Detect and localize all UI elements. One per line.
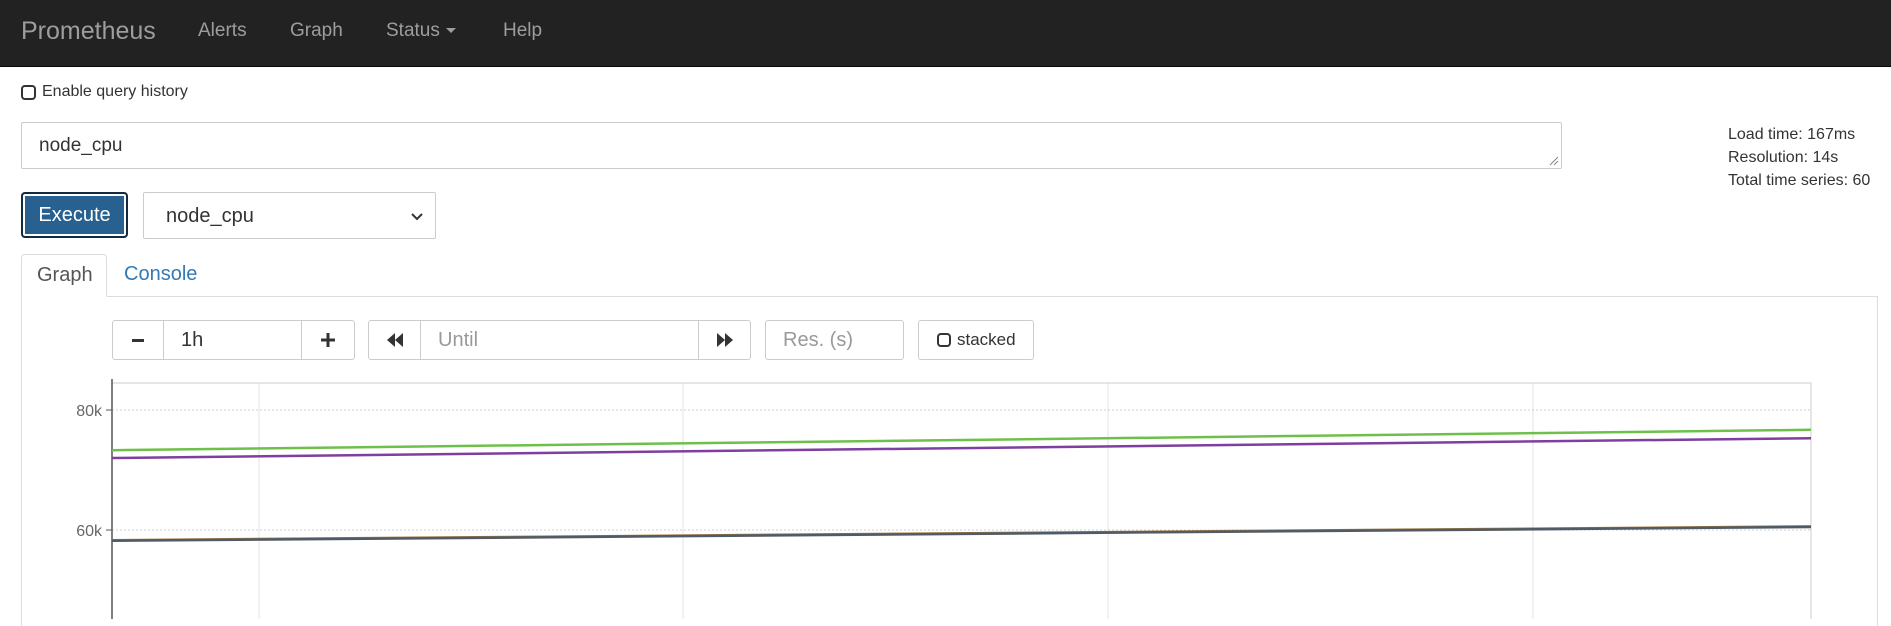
resolution: Resolution: 14s [1728,149,1839,166]
y-tick-label: 80k [76,403,103,420]
series-line [111,525,1812,543]
stacked-label: stacked [957,330,1016,349]
range-decrease-button[interactable] [112,320,164,360]
query-stats: Load time: 167ms Resolution: 14s Total t… [1728,123,1870,192]
tab-console[interactable]: Console [109,254,212,297]
query-history-toggle[interactable]: Enable query history [21,83,188,101]
graph-chart: 80k 60k [76,379,1812,619]
nav-alerts[interactable]: Alerts [198,20,247,42]
plot-frame [111,382,1812,619]
metric-select-value: node_cpu [166,205,254,227]
expression-input[interactable]: node_cpu [21,122,1562,169]
time-forward-button[interactable] [698,320,751,360]
plus-icon [321,333,335,347]
query-history-checkbox[interactable] [21,84,36,100]
total-time-series: Total time series: 60 [1728,172,1871,189]
double-right-arrow-icon [716,333,733,347]
caret-down-icon [445,28,456,34]
resize-handle-icon[interactable] [1549,156,1559,166]
tab-graph[interactable]: Graph [21,254,107,297]
nav-graph[interactable]: Graph [290,20,343,42]
stacked-checkbox [937,333,951,347]
nav-status[interactable]: Status [386,20,456,42]
chart-axes: 80k 60k [76,379,1812,619]
y-tick-label: 60k [76,523,103,540]
until-input[interactable]: Until [420,320,699,360]
metric-select[interactable]: node_cpu [143,192,436,239]
range-input[interactable]: 1h [163,320,302,360]
navbar: Prometheus Alerts Graph Status Help [0,0,1891,67]
chart-grid [112,383,1811,619]
query-history-label: Enable query history [42,83,188,100]
stacked-toggle-button[interactable]: stacked [918,320,1034,360]
resolution-input[interactable]: Res. (s) [765,320,904,360]
execute-button[interactable]: Execute [21,192,128,238]
brand-link[interactable]: Prometheus [21,17,156,46]
load-time: Load time: 167ms [1728,126,1856,143]
chart-series [111,428,1812,543]
nav-help[interactable]: Help [503,20,542,42]
chevron-down-icon [411,213,423,221]
minus-icon [132,339,144,342]
range-increase-button[interactable] [301,320,355,360]
nav-status-label: Status [386,20,440,41]
double-left-arrow-icon [386,333,403,347]
time-back-button[interactable] [368,320,421,360]
expression-value: node_cpu [39,135,123,156]
